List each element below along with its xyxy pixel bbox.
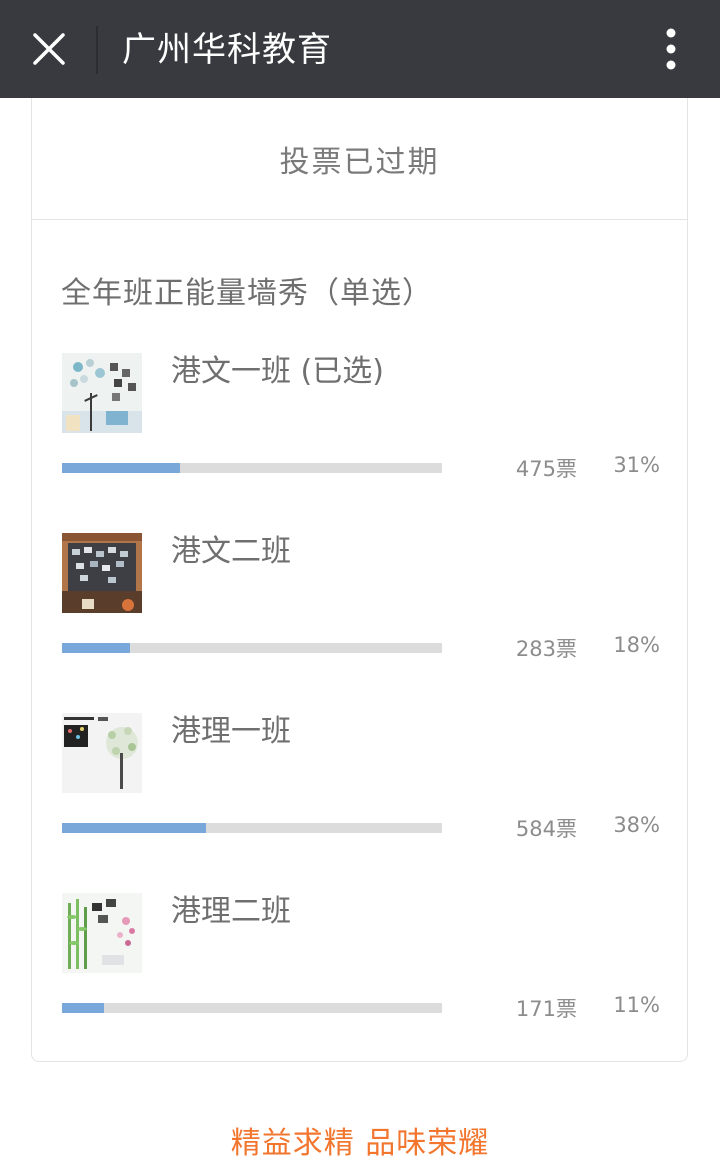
close-icon <box>33 33 65 65</box>
option-label: 港理二班 <box>171 894 291 929</box>
option-label: 港文一班 (已选) <box>171 354 384 389</box>
vote-bar-fill <box>62 823 207 833</box>
more-vertical-icon <box>666 28 676 70</box>
vote-bar-track <box>62 643 442 653</box>
poll-option[interactable]: 港理二班 171票 11% <box>32 893 687 1033</box>
vote-percent: 11% <box>613 993 660 1017</box>
poll-status: 投票已过期 <box>32 98 687 220</box>
vote-count: 475票 <box>515 457 577 481</box>
poll-card: 投票已过期 全年班正能量墙秀（单选） 港文一班 (已选) 475票 31% 港文… <box>31 98 688 1062</box>
vote-bar-track <box>62 463 442 473</box>
vote-bar-fill <box>62 643 131 653</box>
vote-bar-track <box>62 823 442 833</box>
vote-percent: 38% <box>613 813 660 837</box>
option-thumbnail <box>62 533 142 613</box>
vote-percent: 31% <box>613 453 660 477</box>
poll-option[interactable]: 港文一班 (已选) 475票 31% <box>32 353 687 493</box>
top-bar: 广州华科教育 <box>0 0 720 98</box>
vote-count: 171票 <box>515 997 577 1021</box>
more-options-button[interactable] <box>636 14 706 84</box>
poll-option[interactable]: 港理一班 584票 38% <box>32 713 687 853</box>
option-thumbnail <box>62 893 142 973</box>
vote-percent: 18% <box>613 633 660 657</box>
poll-option[interactable]: 港文二班 283票 18% <box>32 533 687 673</box>
vote-bar-fill <box>62 1003 104 1013</box>
close-button[interactable] <box>14 14 84 84</box>
footer-slogan: 精益求精 品味荣耀 <box>230 1126 490 1161</box>
page-title: 广州华科教育 <box>122 30 332 70</box>
option-label: 港理一班 <box>171 714 291 749</box>
option-thumbnail <box>62 353 142 433</box>
poll-question: 全年班正能量墙秀（单选） <box>61 276 433 311</box>
header-divider <box>96 26 98 74</box>
option-label: 港文二班 <box>171 534 291 569</box>
vote-count: 283票 <box>515 637 577 661</box>
option-thumbnail <box>62 713 142 793</box>
vote-bar-fill <box>62 463 180 473</box>
vote-count: 584票 <box>515 817 577 841</box>
vote-bar-track <box>62 1003 442 1013</box>
